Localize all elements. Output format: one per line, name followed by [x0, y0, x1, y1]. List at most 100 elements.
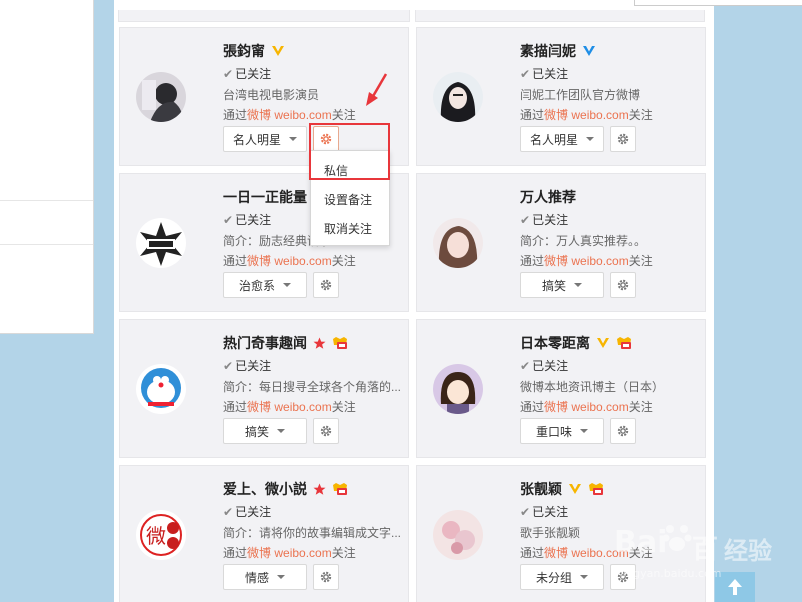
user-description: 歌手张靓颖	[520, 526, 581, 540]
sidebar-divider	[0, 200, 93, 201]
gear-icon	[320, 571, 332, 583]
via-site-link[interactable]: 微博 weibo.com	[544, 400, 629, 414]
user-name[interactable]: 万人推荐	[520, 187, 576, 207]
settings-button[interactable]	[313, 418, 339, 444]
baidu-jingyan-watermark: Bai 百 经验 jingyan.baidu.com	[612, 515, 782, 587]
via-prefix: 通过	[223, 108, 248, 122]
followed-status: 已关注	[235, 359, 272, 373]
settings-button[interactable]	[313, 272, 339, 298]
via-suffix: 关注	[628, 400, 653, 414]
user-name[interactable]: 张靓颖	[520, 479, 562, 499]
chevron-down-icon	[574, 283, 582, 287]
follow-card: 微 爱上、微小説 ✔ 已关注 简介：请将你的故事编辑成文字... 通过微博 wei…	[119, 465, 409, 602]
user-name[interactable]: 一日一正能量	[223, 187, 307, 207]
settings-button[interactable]	[610, 126, 636, 152]
via-prefix: 通过	[520, 400, 545, 414]
user-name[interactable]: 張鈞甯	[223, 41, 265, 61]
watermark-brand-end: 百	[692, 535, 719, 565]
gear-icon	[617, 425, 629, 437]
vip-gold-icon	[271, 45, 285, 57]
group-select-button[interactable]: 名人明星	[520, 126, 604, 152]
via-suffix: 关注	[331, 400, 356, 414]
via-suffix: 关注	[331, 254, 356, 268]
user-name[interactable]: 素描闫妮	[520, 41, 576, 61]
menu-item-unfollow[interactable]: 取消关注	[324, 220, 372, 238]
group-select-button[interactable]: 未分组	[520, 564, 604, 590]
avatar[interactable]	[433, 72, 483, 122]
vip-level-icon	[588, 482, 604, 496]
via-site-link[interactable]: 微博 weibo.com	[247, 546, 332, 560]
gear-icon	[320, 425, 332, 437]
paw-icon	[662, 525, 692, 551]
followed-status: 已关注	[235, 213, 272, 227]
via-site-link[interactable]: 微博 weibo.com	[247, 400, 332, 414]
avatar[interactable]	[136, 218, 186, 268]
group-label: 名人明星	[232, 132, 281, 147]
chevron-down-icon	[277, 429, 285, 433]
followed-status: 已关注	[235, 67, 272, 81]
group-select-button[interactable]: 治愈系	[223, 272, 307, 298]
avatar[interactable]	[433, 510, 483, 560]
chevron-down-icon	[580, 575, 588, 579]
chevron-down-icon	[289, 137, 297, 141]
via-site-link[interactable]: 微博 weibo.com	[544, 108, 629, 122]
check-icon: ✔	[520, 213, 531, 227]
avatar[interactable]: 微	[136, 510, 186, 560]
group-select-button[interactable]: 重口味	[520, 418, 604, 444]
check-icon: ✔	[223, 505, 234, 519]
settings-button[interactable]	[313, 564, 339, 590]
check-icon: ✔	[223, 213, 234, 227]
settings-button[interactable]	[610, 418, 636, 444]
follow-source: 通过微博 weibo.com关注	[223, 107, 356, 123]
avatar[interactable]	[433, 218, 483, 268]
via-prefix: 通过	[223, 254, 248, 268]
svg-text:微: 微	[146, 524, 166, 548]
gear-icon	[617, 279, 629, 291]
group-label: 治愈系	[238, 278, 275, 293]
via-site-link[interactable]: 微博 weibo.com	[247, 108, 332, 122]
avatar[interactable]	[136, 364, 186, 414]
group-select-button[interactable]: 搞笑	[520, 272, 604, 298]
user-name[interactable]: 热门奇事趣闻	[223, 333, 307, 353]
follow-source: 通过微博 weibo.com关注	[223, 253, 356, 269]
watermark-brand: Bai	[614, 525, 668, 560]
user-name[interactable]: 爱上、微小説	[223, 479, 307, 499]
group-select-button[interactable]: 情感	[223, 564, 307, 590]
followed-status: 已关注	[235, 505, 272, 519]
search-box-edge[interactable]	[634, 0, 802, 6]
group-label: 重口味	[535, 424, 572, 439]
avatar[interactable]	[136, 72, 186, 122]
red-star-icon	[313, 483, 326, 496]
check-icon: ✔	[520, 505, 531, 519]
via-site-link[interactable]: 微博 weibo.com	[247, 254, 332, 268]
via-prefix: 通过	[520, 546, 545, 560]
settings-button[interactable]	[610, 272, 636, 298]
vip-level-icon	[332, 336, 348, 350]
follow-source: 通过微博 weibo.com关注	[223, 399, 356, 415]
left-sidebar-panel	[0, 0, 94, 334]
check-icon: ✔	[520, 67, 531, 81]
check-icon: ✔	[520, 359, 531, 373]
via-suffix: 关注	[628, 254, 653, 268]
via-prefix: 通过	[223, 546, 248, 560]
group-label: 搞笑	[244, 424, 269, 439]
group-label: 搞笑	[541, 278, 566, 293]
group-select-button[interactable]: 名人明星	[223, 126, 307, 152]
user-description: 台湾电视电影演员	[223, 88, 320, 102]
via-site-link[interactable]: 微博 weibo.com	[544, 254, 629, 268]
chevron-down-icon	[277, 575, 285, 579]
follow-card: 素描闫妮 ✔ 已关注 闫妮工作团队官方微博 通过微博 weibo.com关注 名人…	[416, 27, 706, 166]
via-prefix: 通过	[520, 108, 545, 122]
avatar[interactable]	[433, 364, 483, 414]
gear-icon	[617, 133, 629, 145]
follow-source: 通过微博 weibo.com关注	[520, 107, 653, 123]
sidebar-divider	[0, 244, 93, 245]
group-label: 名人明星	[529, 132, 578, 147]
user-description: 微博本地资讯博主（日本）	[520, 380, 665, 394]
group-select-button[interactable]: 搞笑	[223, 418, 307, 444]
menu-item-set-remark[interactable]: 设置备注	[324, 191, 372, 209]
user-name[interactable]: 日本零距离	[520, 333, 590, 353]
follow-card: 日本零距离 ✔ 已关注 微博本地资讯博主（日本） 通过微博 weibo.com关注…	[416, 319, 706, 458]
check-icon: ✔	[223, 359, 234, 373]
group-label: 情感	[244, 570, 269, 585]
